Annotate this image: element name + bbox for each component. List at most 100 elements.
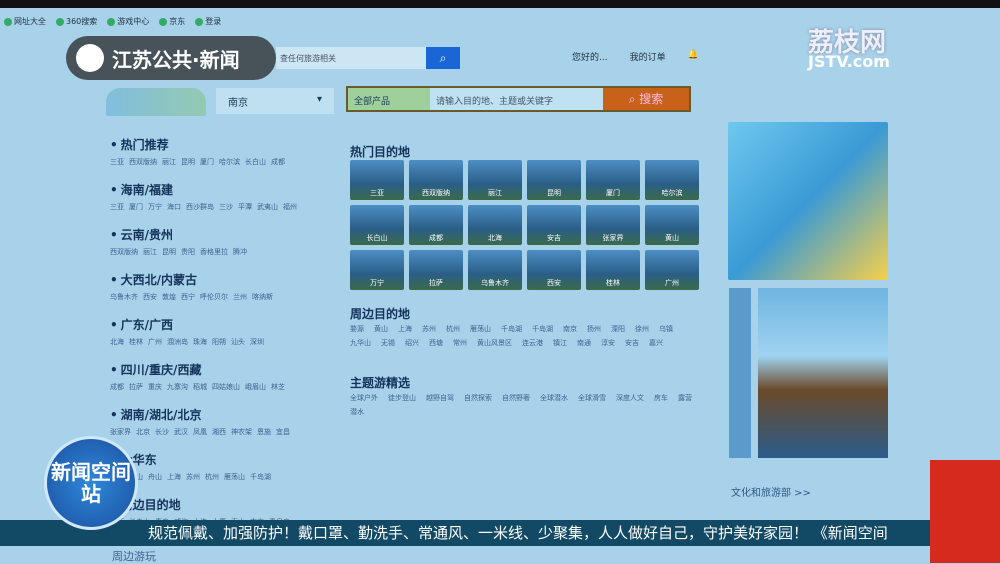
destination-link[interactable]: 涠洲岛 xyxy=(167,338,188,346)
bell-icon[interactable]: 🔔 xyxy=(688,50,699,63)
destination-link[interactable]: 万宁 xyxy=(148,203,162,211)
themes-link[interactable]: 全球潜水 xyxy=(540,391,568,405)
destination-link[interactable]: 喀纳斯 xyxy=(252,293,273,301)
themes-link[interactable]: 全球户外 xyxy=(350,391,378,405)
destination-tile[interactable]: 乌鲁木齐 xyxy=(468,250,522,290)
destination-link[interactable]: 三亚 xyxy=(110,158,124,166)
destination-link[interactable]: 厦门 xyxy=(200,158,214,166)
nearby-link[interactable]: 淳安 xyxy=(601,336,615,350)
destination-link[interactable]: 阳朔 xyxy=(212,338,226,346)
destination-link[interactable]: 成都 xyxy=(110,383,124,391)
destination-link[interactable]: 九寨沟 xyxy=(167,383,188,391)
destination-tile[interactable]: 桂林 xyxy=(586,250,640,290)
destination-link[interactable]: 四姑娘山 xyxy=(212,383,240,391)
destination-link[interactable]: 长沙 xyxy=(155,428,169,436)
destination-tile[interactable]: 丽江 xyxy=(468,160,522,200)
destination-link[interactable]: 贵阳 xyxy=(181,248,195,256)
top-search-input[interactable]: 查任何旅游相关 xyxy=(276,47,426,69)
nearby-link[interactable]: 安吉 xyxy=(625,336,639,350)
nearby-link[interactable]: 南通 xyxy=(577,336,591,350)
nearby-link[interactable]: 徐州 xyxy=(635,322,649,336)
destination-link[interactable]: 敦煌 xyxy=(162,293,176,301)
destination-link[interactable]: 舟山 xyxy=(148,473,162,481)
destination-link[interactable]: 厦门 xyxy=(129,203,143,211)
category-title[interactable]: 海南/福建 xyxy=(110,181,330,198)
destination-tile[interactable]: 拉萨 xyxy=(409,250,463,290)
nearby-link[interactable]: 婺源 xyxy=(350,322,364,336)
destination-link[interactable]: 林芝 xyxy=(271,383,285,391)
destination-link[interactable]: 拉萨 xyxy=(129,383,143,391)
category-title[interactable]: 湖南/湖北/北京 xyxy=(110,406,330,423)
category-title[interactable]: 热门推荐 xyxy=(110,136,330,153)
destination-link[interactable]: 深圳 xyxy=(250,338,264,346)
category-title[interactable]: 四川/重庆/西藏 xyxy=(110,361,330,378)
destination-link[interactable]: 湘西 xyxy=(212,428,226,436)
destination-link[interactable]: 凤凰 xyxy=(193,428,207,436)
destination-link[interactable]: 西安 xyxy=(143,293,157,301)
nearby-link[interactable]: 千岛湖 xyxy=(532,322,553,336)
nearby-link[interactable]: 杭州 xyxy=(446,322,460,336)
destination-link[interactable]: 桂林 xyxy=(129,338,143,346)
destination-tile[interactable]: 张家界 xyxy=(586,205,640,245)
banner-ad-beach[interactable] xyxy=(758,288,888,458)
bookmark-item[interactable]: 京东 xyxy=(159,16,185,27)
destination-link[interactable]: 重庆 xyxy=(148,383,162,391)
destination-link[interactable]: 上海 xyxy=(167,473,181,481)
destination-link[interactable]: 神农架 xyxy=(231,428,252,436)
banner-ad-side[interactable] xyxy=(729,288,751,458)
nearby-link[interactable]: 扬州 xyxy=(587,322,601,336)
destination-link[interactable]: 武夷山 xyxy=(257,203,278,211)
destination-link[interactable]: 昆明 xyxy=(162,248,176,256)
category-title[interactable]: 大华东 xyxy=(110,451,330,468)
destination-link[interactable]: 呼伦贝尔 xyxy=(200,293,228,301)
site-logo[interactable] xyxy=(106,88,206,116)
category-title[interactable]: 广东/广西 xyxy=(110,316,330,333)
nearby-link[interactable]: 南京 xyxy=(563,322,577,336)
destination-link[interactable]: 三亚 xyxy=(110,203,124,211)
destination-link[interactable]: 三沙 xyxy=(219,203,233,211)
destination-link[interactable]: 峨眉山 xyxy=(245,383,266,391)
search-button[interactable]: ⌕ 搜索 xyxy=(603,88,689,110)
destination-link[interactable]: 成都 xyxy=(271,158,285,166)
destination-tile[interactable]: 安吉 xyxy=(527,205,581,245)
themes-link[interactable]: 潜水 xyxy=(350,405,364,419)
destination-tile[interactable]: 长白山 xyxy=(350,205,404,245)
category-title[interactable]: 周边目的地 xyxy=(110,496,330,513)
bookmark-item[interactable]: 网址大全 xyxy=(4,16,46,27)
destination-link[interactable]: 武汉 xyxy=(174,428,188,436)
destination-link[interactable]: 哈尔滨 xyxy=(219,158,240,166)
destination-link[interactable]: 丽江 xyxy=(162,158,176,166)
themes-link[interactable]: 自然探索 xyxy=(464,391,492,405)
themes-link[interactable]: 深度人文 xyxy=(616,391,644,405)
destination-link[interactable]: 恩施 xyxy=(257,428,271,436)
destination-link[interactable]: 西沙群岛 xyxy=(186,203,214,211)
destination-tile[interactable]: 昆明 xyxy=(527,160,581,200)
destination-link[interactable]: 福州 xyxy=(283,203,297,211)
nearby-link[interactable]: 常州 xyxy=(453,336,467,350)
nearby-link[interactable]: 黄山风景区 xyxy=(477,336,512,350)
destination-link[interactable]: 雁荡山 xyxy=(224,473,245,481)
category-select[interactable]: 全部产品 xyxy=(348,88,430,110)
destination-link[interactable]: 千岛湖 xyxy=(250,473,271,481)
destination-link[interactable]: 宜昌 xyxy=(276,428,290,436)
bookmark-item[interactable]: 游戏中心 xyxy=(107,16,149,27)
nearby-link[interactable]: 绍兴 xyxy=(405,336,419,350)
destination-link[interactable]: 珠海 xyxy=(193,338,207,346)
destination-tile[interactable]: 厦门 xyxy=(586,160,640,200)
nearby-link[interactable]: 西塘 xyxy=(429,336,443,350)
destination-tile[interactable]: 哈尔滨 xyxy=(645,160,699,200)
themes-link[interactable]: 房车 xyxy=(654,391,668,405)
destination-link[interactable]: 丽江 xyxy=(143,248,157,256)
destination-tile[interactable]: 成都 xyxy=(409,205,463,245)
destination-link[interactable]: 苏州 xyxy=(186,473,200,481)
nearby-link[interactable]: 雁荡山 xyxy=(470,322,491,336)
nearby-link[interactable]: 上海 xyxy=(398,322,412,336)
destination-link[interactable]: 西双版纳 xyxy=(129,158,157,166)
destination-link[interactable]: 腾冲 xyxy=(233,248,247,256)
themes-link[interactable]: 自然野奢 xyxy=(502,391,530,405)
bookmark-item[interactable]: 登录 xyxy=(195,16,221,27)
destination-tile[interactable]: 北海 xyxy=(468,205,522,245)
nearby-link[interactable]: 溧阳 xyxy=(611,322,625,336)
destination-tile[interactable]: 广州 xyxy=(645,250,699,290)
main-search-input[interactable]: 请输入目的地、主题或关键字 xyxy=(430,88,603,110)
